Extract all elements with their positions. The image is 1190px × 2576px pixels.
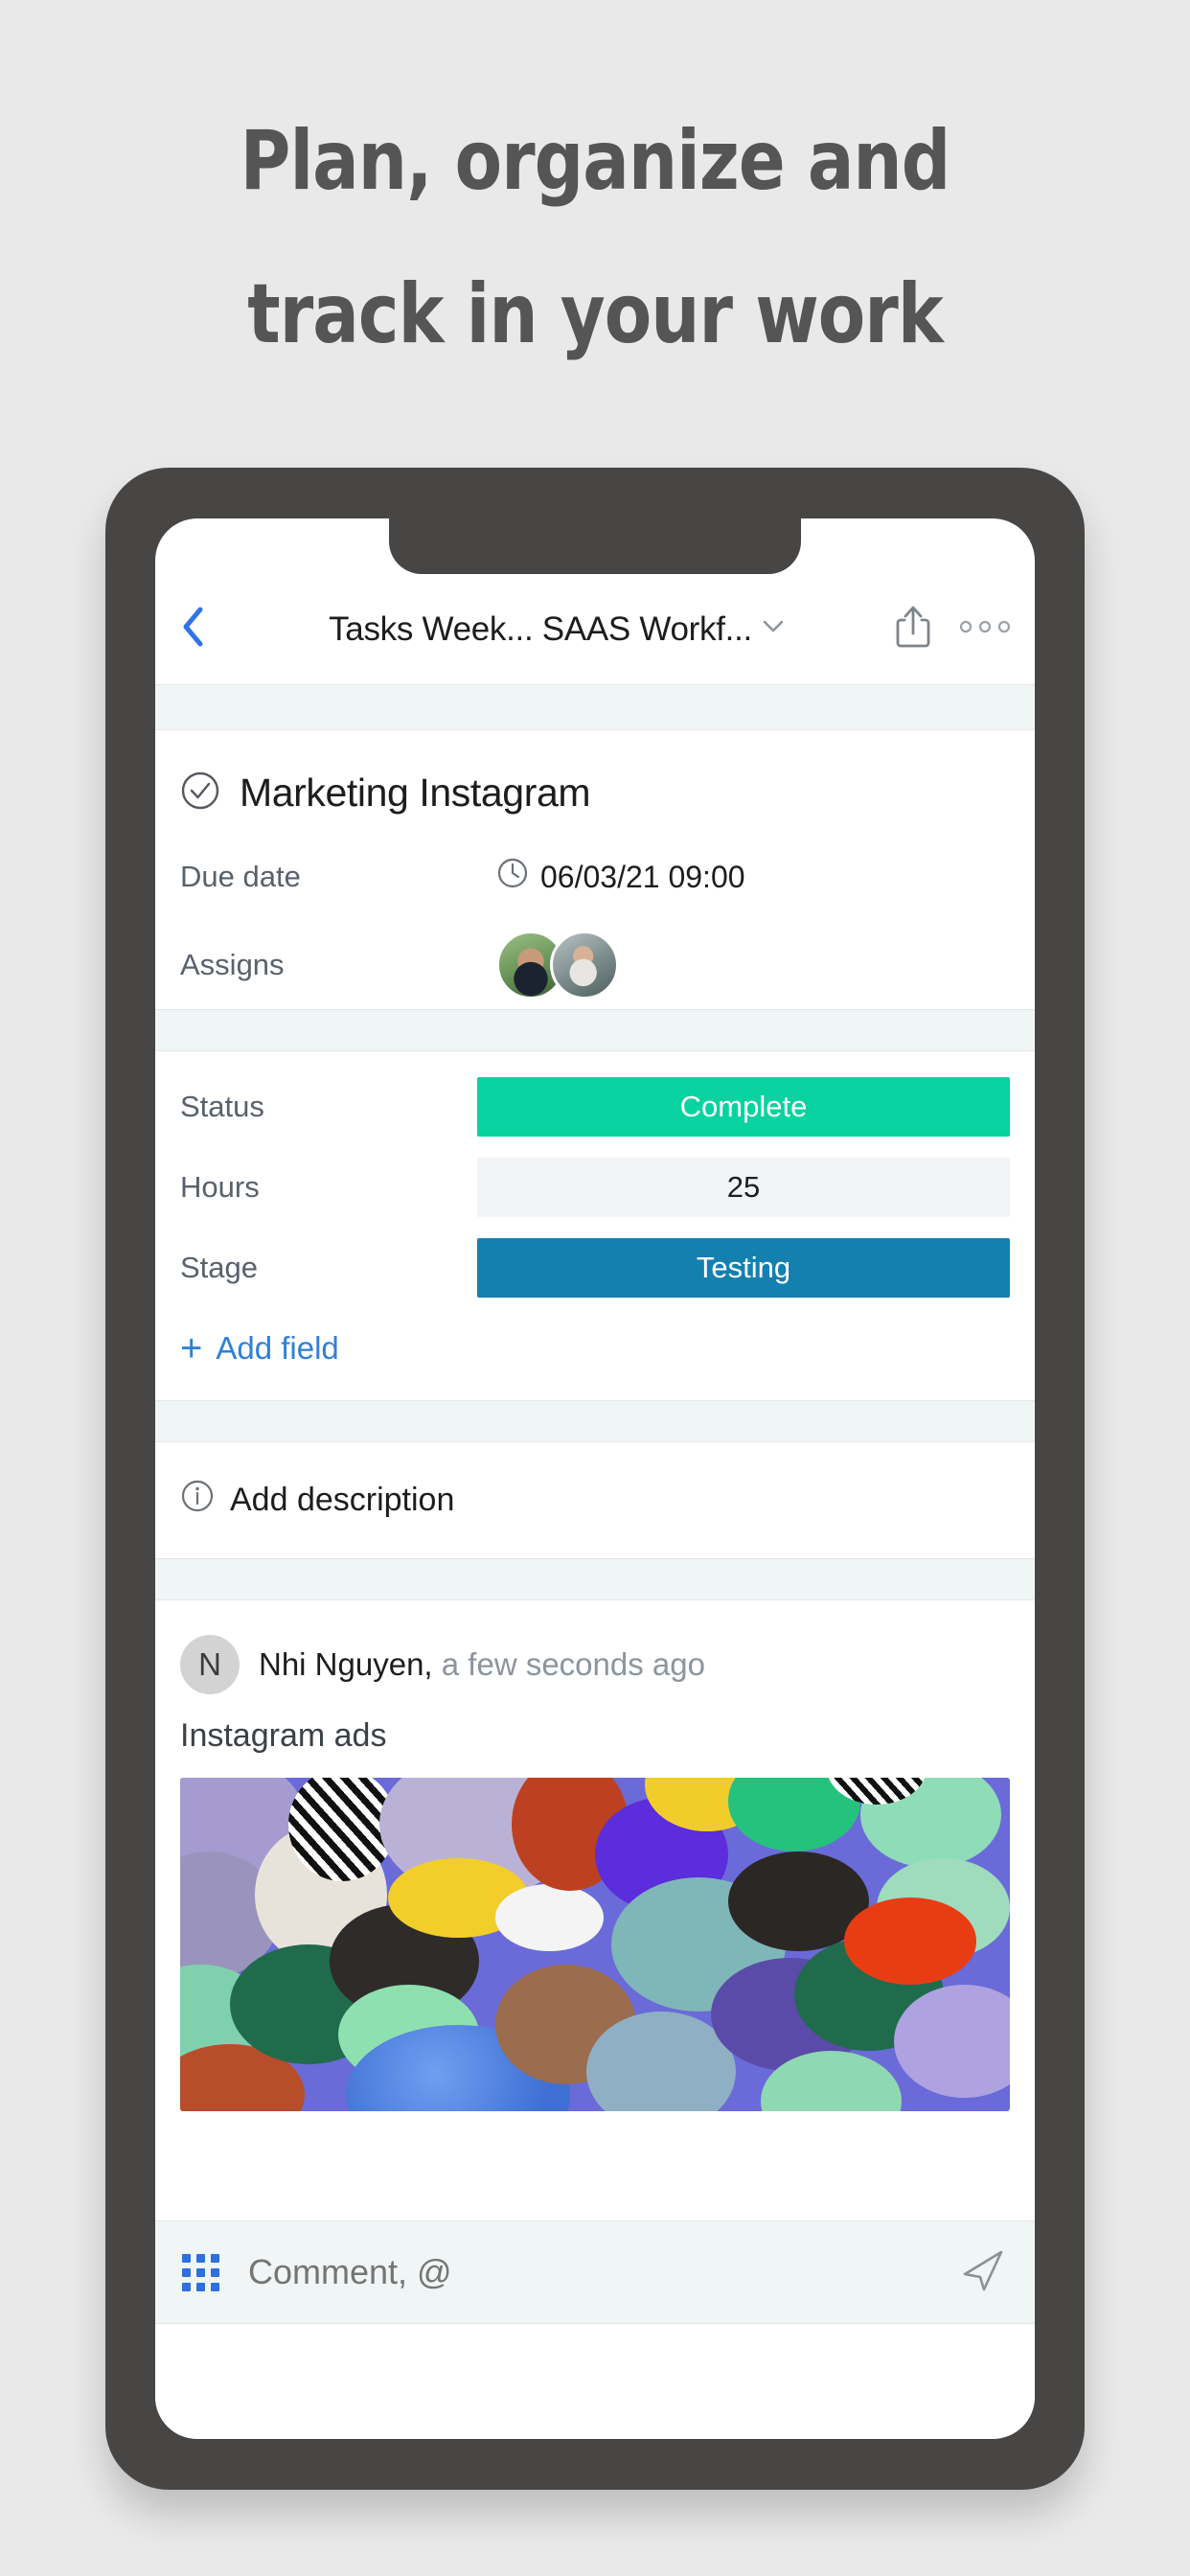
section-divider: [155, 1558, 1035, 1600]
phone-frame: Tasks Week... SAAS Workf... Marketing In…: [105, 468, 1085, 2490]
avatar[interactable]: [550, 931, 619, 1000]
comment-card: N Nhi Nguyen, a few seconds ago Instagra…: [155, 1600, 1035, 2111]
phone-screen: Tasks Week... SAAS Workf... Marketing In…: [155, 518, 1035, 2439]
plus-icon: +: [180, 1327, 203, 1369]
phone-notch: [389, 518, 801, 574]
navbar-actions: [881, 605, 1011, 654]
task-title-row[interactable]: Marketing Instagram: [155, 730, 1035, 833]
add-field-button[interactable]: + Add field: [155, 1308, 1035, 1400]
more-horizontal-icon[interactable]: [959, 620, 1011, 638]
navbar-title: Tasks Week... SAAS Workf...: [329, 610, 752, 648]
hours-label: Hours: [180, 1170, 260, 1204]
add-field-label: Add field: [216, 1330, 339, 1366]
share-icon[interactable]: [895, 605, 931, 654]
assigns-label: Assigns: [180, 948, 285, 981]
avatar-group[interactable]: [496, 931, 619, 1000]
screenshot-root: Plan, organize and track in your work Ta…: [0, 0, 1190, 2576]
back-button[interactable]: [180, 606, 232, 653]
status-label: Status: [180, 1090, 264, 1123]
attribute-row-hours[interactable]: Hours 25: [155, 1147, 1035, 1228]
attribute-row-status[interactable]: Status Complete: [155, 1067, 1035, 1147]
attribute-row-stage[interactable]: Stage Testing: [155, 1228, 1035, 1308]
headline-line-2: track in your work: [247, 266, 943, 362]
chevron-down-icon: [762, 619, 785, 639]
phone-bottom-area: [155, 2324, 1035, 2439]
assigns-row[interactable]: Assigns: [155, 921, 1035, 1009]
stage-value-pill[interactable]: Testing: [477, 1238, 1010, 1298]
comment-text: Instagram ads: [180, 1717, 387, 1754]
clock-icon: [496, 857, 529, 897]
navbar-underbar: [155, 684, 1035, 730]
comment-timestamp: a few seconds ago: [441, 1646, 705, 1682]
send-icon[interactable]: [958, 2245, 1008, 2300]
info-circle-icon: [180, 1479, 215, 1522]
task-header-card: Marketing Instagram Due date 06/03/21 09…: [155, 730, 1035, 1009]
section-divider: [155, 1009, 1035, 1051]
check-circle-icon[interactable]: [180, 770, 220, 816]
comment-input-bar: [155, 2220, 1035, 2324]
due-date-value-area: 06/03/21 09:00: [496, 857, 1010, 897]
task-detail-content: Marketing Instagram Due date 06/03/21 09…: [155, 730, 1035, 2125]
comment-input[interactable]: [248, 2252, 958, 2292]
comment-attachment-image[interactable]: [180, 1778, 1010, 2111]
app-navbar: Tasks Week... SAAS Workf...: [155, 574, 1035, 684]
description-card: Add description: [155, 1442, 1035, 1558]
add-description-button[interactable]: Add description: [155, 1442, 1035, 1558]
status-value-pill[interactable]: Complete: [477, 1077, 1010, 1137]
headline-line-1: Plan, organize and: [240, 113, 951, 209]
comment-author: Nhi Nguyen,: [259, 1646, 433, 1682]
due-date-value: 06/03/21 09:00: [540, 859, 745, 894]
hours-value-field[interactable]: 25: [477, 1158, 1010, 1217]
task-title: Marketing Instagram: [240, 770, 591, 815]
assigns-value-area: [496, 931, 1010, 1000]
due-date-row[interactable]: Due date 06/03/21 09:00: [155, 833, 1035, 921]
section-divider: [155, 1400, 1035, 1442]
due-date-label: Due date: [180, 860, 301, 893]
apps-grid-icon[interactable]: [182, 2253, 219, 2291]
attributes-card: Status Complete Hours 25 Stage Testing +…: [155, 1051, 1035, 1400]
page-title: Plan, organize and track in your work: [41, 84, 1148, 391]
chevron-left-icon: [180, 606, 205, 653]
add-description-label: Add description: [230, 1482, 455, 1518]
stage-label: Stage: [180, 1251, 259, 1284]
avatar[interactable]: N: [180, 1635, 240, 1694]
comment-meta: Nhi Nguyen, a few seconds ago: [259, 1646, 705, 1683]
navbar-title-dropdown[interactable]: Tasks Week... SAAS Workf...: [232, 610, 881, 649]
comment-header: N Nhi Nguyen, a few seconds ago: [155, 1600, 1035, 1694]
